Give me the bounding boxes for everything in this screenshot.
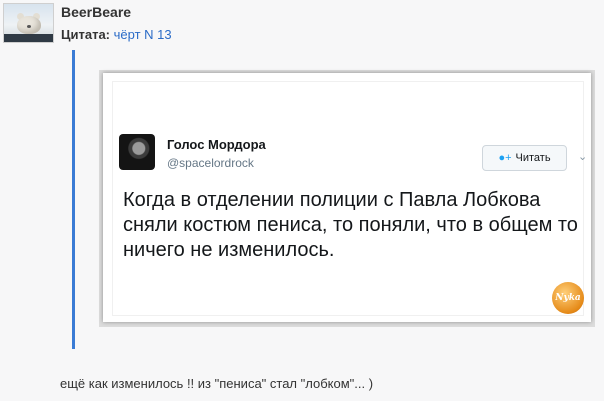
quote-label: Цитата: xyxy=(61,27,111,42)
tweet-author-name: Голос Мордора xyxy=(167,137,266,152)
forum-post: BeerBeare Цитата: чёрт N 13 Голос Мордор… xyxy=(0,0,604,401)
follow-button-label: Читать xyxy=(515,152,551,164)
quote-border xyxy=(72,50,75,349)
watermark-text: Nyka xyxy=(555,293,581,303)
quote-header: Цитата: чёрт N 13 xyxy=(61,27,172,42)
post-username[interactable]: BeerBeare xyxy=(61,4,131,20)
forum-page: BeerBeare Цитата: чёрт N 13 Голос Мордор… xyxy=(0,0,604,401)
add-user-icon: ●+ xyxy=(498,152,512,164)
follow-button: ●+ Читать xyxy=(482,145,567,171)
tweet-author-avatar xyxy=(119,134,155,170)
tweet-card: Голос Мордора @spacelordrock ●+ Читать ⌄… xyxy=(112,81,588,316)
quote-source-link[interactable]: чёрт N 13 xyxy=(114,27,172,42)
watermark-logo: Nyka xyxy=(552,282,584,314)
post-comment-text: ещё как изменилось !! из "пениса" стал "… xyxy=(60,376,374,391)
avatar-ground xyxy=(4,34,53,42)
chevron-down-icon: ⌄ xyxy=(578,150,588,163)
tweet-screenshot-image: Голос Мордора @spacelordrock ●+ Читать ⌄… xyxy=(103,73,591,322)
tweet-author-handle: @spacelordrock xyxy=(167,156,254,170)
bear-nose xyxy=(27,25,31,28)
tweet-text: Когда в отделении полиции с Павла Лобков… xyxy=(123,189,578,261)
avatar[interactable] xyxy=(3,3,54,43)
